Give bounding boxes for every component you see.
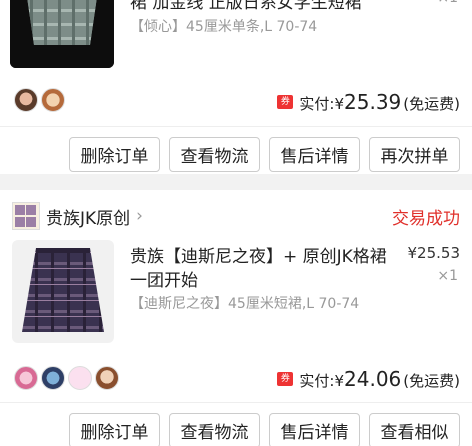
coupon-icon: 券: [277, 372, 294, 386]
shipping-note: (免运费): [403, 372, 460, 390]
view-logistics-button[interactable]: 查看物流: [169, 413, 260, 446]
paid-amount: 24.06: [344, 367, 402, 391]
avatar: [41, 366, 65, 390]
delete-order-button[interactable]: 删除订单: [69, 413, 160, 446]
product-title-cont[interactable]: 一团开始: [130, 266, 198, 291]
avatar: [14, 88, 38, 112]
after-sales-button[interactable]: 售后详情: [269, 413, 360, 446]
paid-label: 实付:: [299, 95, 335, 113]
shop-logo: [12, 202, 40, 230]
avatar: [14, 366, 38, 390]
view-logistics-button[interactable]: 查看物流: [169, 137, 260, 172]
product-price: ¥25.53: [407, 244, 461, 262]
shop-name: 贵族JK原创: [46, 208, 131, 229]
paid-total: 券 实付: ¥ 24.06 (免运费): [277, 367, 460, 391]
paid-label: 实付:: [299, 372, 335, 390]
product-spec: 【迪斯尼之夜】45厘米短裙,L 70-74: [130, 296, 360, 312]
delete-order-button[interactable]: 删除订单: [69, 137, 160, 172]
currency-symbol: ¥: [334, 372, 345, 390]
group-avatars: [14, 88, 65, 112]
divider: [0, 402, 472, 403]
product-qty: ×1: [437, 0, 458, 6]
chevron-right-icon: ›: [136, 206, 143, 226]
avatar: [68, 366, 92, 390]
product-image[interactable]: [10, 0, 114, 68]
coupon-icon: 券: [277, 95, 294, 109]
order-card: 贵族JK原创 › 交易成功 贵族【迪斯尼之夜】+ 原创JK格裙 一团开始 ¥25…: [0, 190, 472, 446]
product-title[interactable]: 裙 加金线 正版日系女学生短裙: [130, 0, 362, 13]
group-avatars: [14, 366, 119, 390]
product-spec: 【倾心】45厘米单条,L 70-74: [130, 19, 318, 35]
regroup-button[interactable]: 再次拼单: [369, 137, 460, 172]
product-title[interactable]: 贵族【迪斯尼之夜】+ 原创JK格裙: [130, 242, 387, 267]
order-status: 交易成功: [392, 209, 460, 229]
view-similar-button[interactable]: 查看相似: [369, 413, 460, 446]
order-actions: 删除订单 查看物流 售后详情 查看相似: [69, 413, 460, 446]
product-qty: ×1: [437, 268, 458, 284]
avatar: [41, 88, 65, 112]
shop-header[interactable]: 贵族JK原创 ›: [12, 202, 143, 230]
order-actions: 删除订单 查看物流 售后详情 再次拼单: [69, 137, 460, 172]
order-card: 裙 加金线 正版日系女学生短裙 ×1 【倾心】45厘米单条,L 70-74 券 …: [0, 0, 472, 174]
currency-symbol: ¥: [334, 95, 345, 113]
shipping-note: (免运费): [403, 95, 460, 113]
avatar: [95, 366, 119, 390]
product-image[interactable]: [12, 240, 114, 343]
divider: [0, 126, 472, 127]
after-sales-button[interactable]: 售后详情: [269, 137, 360, 172]
paid-amount: 25.39: [344, 90, 402, 114]
paid-total: 券 实付: ¥ 25.39 (免运费): [277, 90, 460, 114]
